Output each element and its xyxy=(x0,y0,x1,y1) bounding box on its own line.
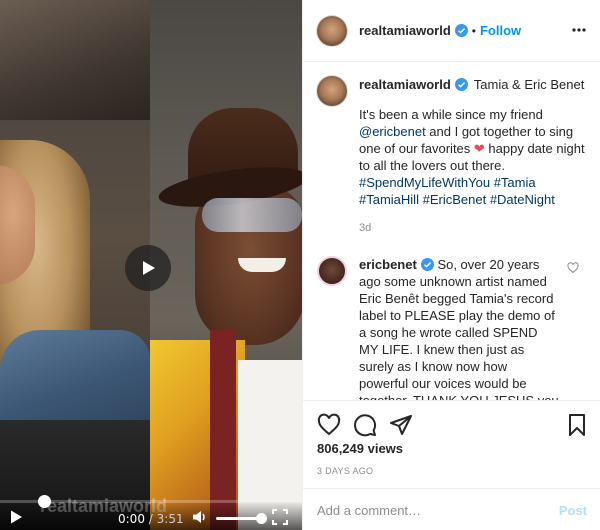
progress-thumb[interactable] xyxy=(38,495,51,508)
volume-knob[interactable] xyxy=(256,513,267,524)
paper-plane-icon[interactable] xyxy=(389,413,413,437)
heart-emoji: ❤ xyxy=(473,141,485,156)
caption-username[interactable]: realtamiaworld xyxy=(359,77,451,92)
mention-link[interactable]: @ericbenet xyxy=(359,124,426,139)
separator-dot: • xyxy=(471,23,476,38)
video-controls: 0:00 / 3:51 xyxy=(0,495,302,530)
verified-badge-icon xyxy=(420,258,434,271)
view-count[interactable]: 806,249 views xyxy=(317,441,403,456)
post-button[interactable]: Post xyxy=(559,503,587,518)
post-date[interactable]: 3 DAYS AGO xyxy=(317,466,373,476)
hashtag-link[interactable]: #Tamia xyxy=(494,175,536,190)
comment-username[interactable]: ericbenet xyxy=(359,257,417,272)
heart-outline-icon[interactable] xyxy=(317,413,341,437)
comment-text: So, over 20 years ago some unknown artis… xyxy=(359,257,559,400)
center-play-button[interactable] xyxy=(125,245,171,291)
comment-input[interactable] xyxy=(317,499,547,521)
video-right-frame xyxy=(150,0,302,530)
post-header: realtamiaworld • Follow xyxy=(303,0,600,62)
comment-like-icon[interactable] xyxy=(567,262,579,274)
play-icon[interactable] xyxy=(8,509,24,525)
action-bar xyxy=(303,400,600,437)
avatar[interactable] xyxy=(317,15,347,46)
comment-item: ericbenet So, over 20 years ago some unk… xyxy=(303,242,600,400)
follow-button[interactable]: Follow xyxy=(480,23,521,38)
hashtag-link[interactable]: #SpendMyLifeWithYou xyxy=(359,175,490,190)
fullscreen-icon[interactable] xyxy=(272,509,288,525)
hashtag-link[interactable]: #DateNight xyxy=(490,192,555,207)
hashtag-link[interactable]: #EricBenet xyxy=(423,192,487,207)
caption: realtamiaworld Tamia & Eric Benet It's be… xyxy=(303,62,600,234)
post-side-panel: realtamiaworld • Follow realtamiaworld Ta… xyxy=(302,0,600,530)
add-comment-bar: Post xyxy=(303,488,600,530)
comment-bubble-icon[interactable] xyxy=(353,413,377,437)
header-username[interactable]: realtamiaworld xyxy=(359,23,451,38)
comment-avatar[interactable] xyxy=(317,256,347,286)
verified-badge-icon xyxy=(454,78,468,91)
volume-icon[interactable] xyxy=(192,509,208,525)
time-separator: / xyxy=(148,512,153,526)
bookmark-icon[interactable] xyxy=(565,413,589,437)
location-link[interactable]: Tamia & Eric Benet xyxy=(474,77,585,92)
video-progress-bar[interactable] xyxy=(0,495,302,508)
more-options-icon[interactable] xyxy=(571,22,587,38)
current-time: 0:00 xyxy=(118,512,145,526)
duration: 3:51 xyxy=(156,512,184,526)
video-player[interactable]: realtamiaworld 0:00 / 3:51 xyxy=(0,0,302,530)
play-icon xyxy=(143,261,155,275)
comments-list[interactable]: realtamiaworld Tamia & Eric Benet It's be… xyxy=(303,62,600,400)
hashtag-link[interactable]: #TamiaHill xyxy=(359,192,419,207)
instagram-post-modal: realtamiaworld 0:00 / 3:51 xyxy=(0,0,600,530)
video-time: 0:00 / 3:51 xyxy=(118,512,184,526)
caption-text: It's been a while since my friend @ericb… xyxy=(359,107,585,207)
verified-badge-icon xyxy=(454,24,468,37)
caption-time[interactable]: 3d xyxy=(359,222,585,234)
volume-slider[interactable] xyxy=(216,513,267,524)
caption-avatar[interactable] xyxy=(317,76,347,106)
